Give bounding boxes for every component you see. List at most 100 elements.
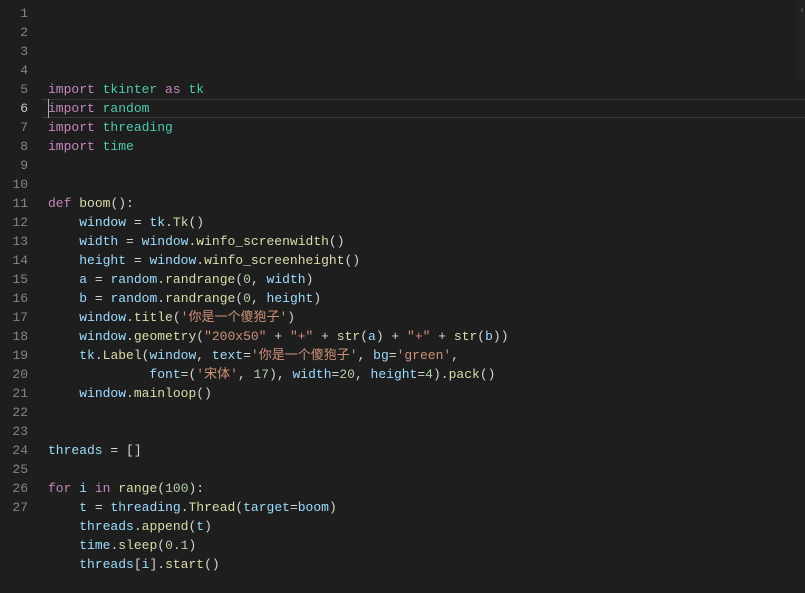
token-pun [95,139,103,154]
token-var: tk [149,215,165,230]
token-var: target [243,500,290,515]
token-pun [48,234,79,249]
token-kw: import [48,139,95,154]
token-pun: ) [287,310,295,325]
code-editor[interactable]: 1234567891011121314151617181920212223242… [0,0,805,500]
token-pun: () [329,234,345,249]
code-line[interactable] [48,460,805,479]
line-number: 16 [0,289,28,308]
token-kw: def [48,196,71,211]
code-line[interactable]: height = window.winfo_screenheight() [48,251,805,270]
code-line[interactable]: width = window.winfo_screenwidth() [48,232,805,251]
code-line[interactable]: threads.append(t) [48,517,805,536]
code-line[interactable]: window.title('你是一个傻狍子') [48,308,805,327]
token-pun [48,519,79,534]
token-var: a [79,272,87,287]
token-str: '你是一个傻狍子' [251,348,358,363]
token-pun: ). [433,367,449,382]
token-op: + [321,329,329,344]
token-pun: () [480,367,496,382]
token-pun: ( [235,291,243,306]
code-line[interactable]: b = random.randrange(0, height) [48,289,805,308]
token-pun: . [134,519,142,534]
token-num: 17 [253,367,269,382]
code-line[interactable]: window.geometry("200x50" + "+" + str(a) … [48,327,805,346]
token-fn: title [134,310,173,325]
code-line[interactable]: def boom(): [48,194,805,213]
token-pun [329,329,337,344]
code-line[interactable] [48,422,805,441]
token-op: = [389,348,397,363]
code-line[interactable] [48,403,805,422]
code-line[interactable]: import threading [48,118,805,137]
token-str: "+" [407,329,430,344]
token-fn: randrange [165,291,235,306]
code-line[interactable]: window.mainloop() [48,384,805,403]
token-op: = [290,500,298,515]
token-pun: ( [157,481,165,496]
token-fn: append [142,519,189,534]
code-line[interactable]: for i in range(100): [48,479,805,498]
line-number: 13 [0,232,28,251]
token-num: 0.1 [165,538,188,553]
code-line[interactable]: tk.Label(window, text='你是一个傻狍子', bg='gre… [48,346,805,365]
token-pun [103,500,111,515]
token-var: time [79,538,110,553]
code-line[interactable]: threads[i].start() [48,555,805,574]
text-cursor [48,99,49,118]
token-pun [48,253,79,268]
token-kw: for [48,481,71,496]
code-area[interactable]: import tkinter as tkimport randomimport … [42,0,805,500]
token-pun: () [189,215,205,230]
code-line[interactable]: import time [48,137,805,156]
token-pun [95,120,103,135]
token-fn: str [454,329,477,344]
token-var: width [293,367,332,382]
token-pun [87,500,95,515]
token-var: width [267,272,306,287]
token-pun [126,215,134,230]
token-fn: winfo_screenheight [204,253,344,268]
line-number: 3 [0,42,28,61]
token-pun: ) [204,519,212,534]
token-pun [48,272,79,287]
token-pun: () [204,557,220,572]
token-mod: threading [103,120,173,135]
token-var: i [79,481,87,496]
token-var: window [149,253,196,268]
scroll-thumb[interactable] [795,0,805,80]
token-kw: import [48,101,95,116]
token-var: text [212,348,243,363]
token-pun: ), [269,367,292,382]
token-fn: randrange [165,272,235,287]
minimap-marker [801,8,803,12]
token-fn: str [337,329,360,344]
token-pun: ( [235,272,243,287]
token-pun: . [110,538,118,553]
code-line[interactable]: window = tk.Tk() [48,213,805,232]
code-line[interactable]: import tkinter as tk [48,80,805,99]
token-var: t [79,500,87,515]
token-var: width [79,234,118,249]
line-number: 10 [0,175,28,194]
code-line[interactable]: threads = [] [48,441,805,460]
code-line[interactable]: a = random.randrange(0, width) [48,270,805,289]
code-line[interactable] [48,175,805,194]
token-pun: [ [134,557,142,572]
token-pun: , [355,367,371,382]
code-line[interactable] [48,156,805,175]
line-number: 20 [0,365,28,384]
token-pun: . [157,291,165,306]
code-line[interactable]: import random [48,99,805,118]
token-var: font [149,367,180,382]
code-line[interactable]: font=('宋体', 17), width=20, height=4).pac… [48,365,805,384]
token-var: b [79,291,87,306]
token-pun: ( [173,310,181,325]
token-pun [48,557,79,572]
code-line[interactable]: time.sleep(0.1) [48,536,805,555]
token-pun: . [157,272,165,287]
code-line[interactable] [48,574,805,593]
token-pun: ) [306,272,314,287]
code-line[interactable]: t = threading.Thread(target=boom) [48,498,805,517]
vertical-scrollbar[interactable] [791,0,805,500]
